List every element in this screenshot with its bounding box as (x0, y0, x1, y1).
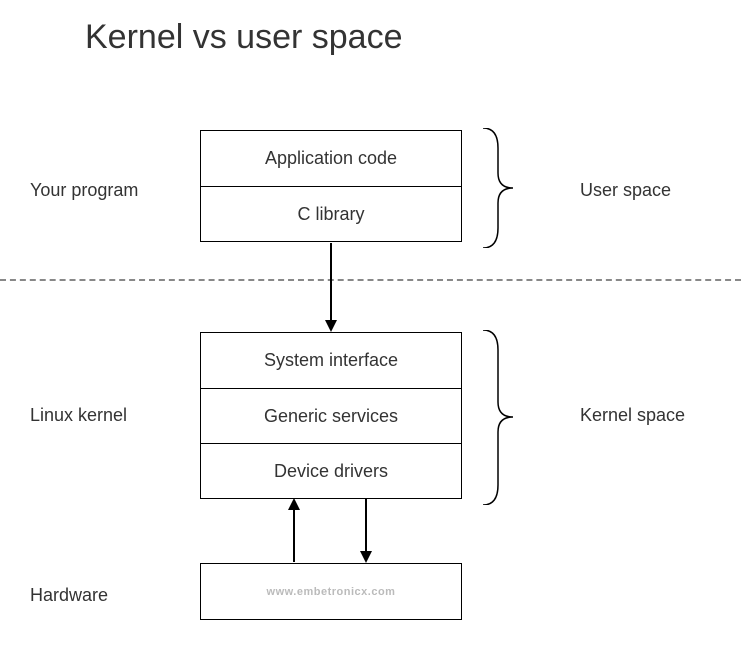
box-generic-services: Generic services (201, 388, 461, 443)
user-space-stack: Application code C library (200, 130, 462, 242)
label-hardware: Hardware (30, 585, 108, 606)
hardware-box: www.embetronicx.com (200, 563, 462, 620)
arrow-drivers-to-hw-line (365, 498, 367, 552)
box-hardware-watermark: www.embetronicx.com (201, 564, 461, 619)
label-linux-kernel: Linux kernel (30, 405, 127, 426)
kernel-space-stack: System interface Generic services Device… (200, 332, 462, 499)
diagram-title: Kernel vs user space (85, 18, 403, 57)
user-kernel-divider (0, 279, 741, 281)
box-device-drivers: Device drivers (201, 443, 461, 498)
box-application-code: Application code (201, 131, 461, 186)
arrow-hw-to-drivers-head (288, 498, 300, 510)
label-kernel-space: Kernel space (580, 405, 685, 426)
arrow-hw-to-drivers-line (293, 509, 295, 562)
label-your-program: Your program (30, 180, 138, 201)
arrow-drivers-to-hw-head (360, 551, 372, 563)
label-user-space: User space (580, 180, 671, 201)
brace-user-space (478, 128, 528, 248)
box-c-library: C library (201, 186, 461, 241)
box-system-interface: System interface (201, 333, 461, 388)
arrow-userspace-to-kernel-head (325, 320, 337, 332)
arrow-userspace-to-kernel-line (330, 243, 332, 321)
brace-kernel-space (478, 330, 528, 505)
